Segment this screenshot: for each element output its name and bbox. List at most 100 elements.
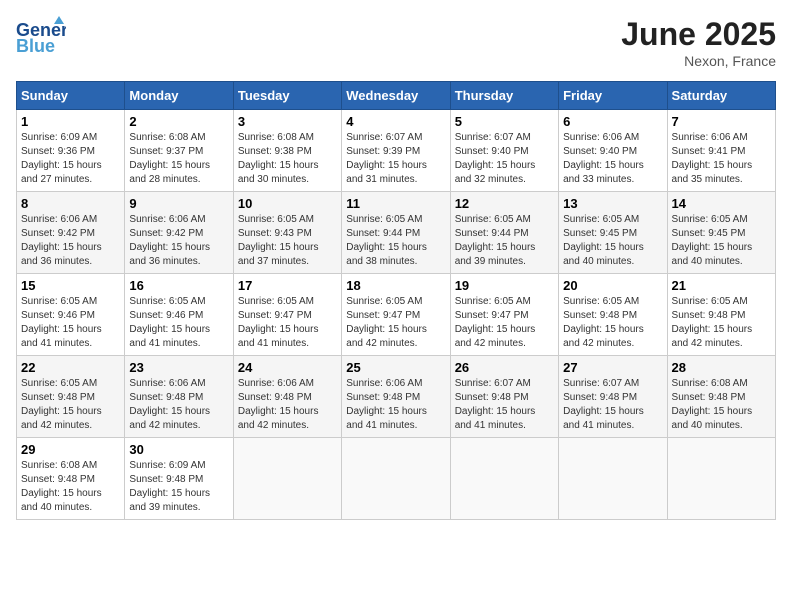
day-number: 22 [21, 360, 120, 375]
day-info: Sunrise: 6:05 AMSunset: 9:48 PMDaylight:… [672, 296, 753, 349]
day-number: 14 [672, 196, 771, 211]
day-info: Sunrise: 6:06 AMSunset: 9:41 PMDaylight:… [672, 132, 753, 185]
col-sunday: Sunday [17, 82, 125, 110]
day-info: Sunrise: 6:08 AMSunset: 9:38 PMDaylight:… [238, 132, 319, 185]
day-number: 21 [672, 278, 771, 293]
day-number: 15 [21, 278, 120, 293]
day-info: Sunrise: 6:06 AMSunset: 9:42 PMDaylight:… [21, 214, 102, 267]
calendar-cell: 20 Sunrise: 6:05 AMSunset: 9:48 PMDaylig… [559, 274, 667, 356]
day-number: 3 [238, 114, 337, 129]
calendar-cell: 9 Sunrise: 6:06 AMSunset: 9:42 PMDayligh… [125, 192, 233, 274]
calendar-table: Sunday Monday Tuesday Wednesday Thursday… [16, 81, 776, 520]
calendar-cell: 22 Sunrise: 6:05 AMSunset: 9:48 PMDaylig… [17, 356, 125, 438]
day-number: 4 [346, 114, 445, 129]
calendar-cell [450, 438, 558, 520]
calendar-cell: 1 Sunrise: 6:09 AMSunset: 9:36 PMDayligh… [17, 110, 125, 192]
col-thursday: Thursday [450, 82, 558, 110]
logo: General Blue [16, 16, 66, 61]
calendar-cell [342, 438, 450, 520]
day-info: Sunrise: 6:05 AMSunset: 9:47 PMDaylight:… [346, 296, 427, 349]
day-info: Sunrise: 6:05 AMSunset: 9:44 PMDaylight:… [346, 214, 427, 267]
calendar-cell: 11 Sunrise: 6:05 AMSunset: 9:44 PMDaylig… [342, 192, 450, 274]
logo-icon: General Blue [16, 16, 66, 61]
day-number: 2 [129, 114, 228, 129]
calendar-cell: 3 Sunrise: 6:08 AMSunset: 9:38 PMDayligh… [233, 110, 341, 192]
day-info: Sunrise: 6:05 AMSunset: 9:45 PMDaylight:… [672, 214, 753, 267]
calendar-cell [559, 438, 667, 520]
day-number: 8 [21, 196, 120, 211]
calendar-cell: 26 Sunrise: 6:07 AMSunset: 9:48 PMDaylig… [450, 356, 558, 438]
calendar-cell: 10 Sunrise: 6:05 AMSunset: 9:43 PMDaylig… [233, 192, 341, 274]
calendar-header-row: Sunday Monday Tuesday Wednesday Thursday… [17, 82, 776, 110]
day-number: 27 [563, 360, 662, 375]
calendar-cell: 6 Sunrise: 6:06 AMSunset: 9:40 PMDayligh… [559, 110, 667, 192]
calendar-cell: 12 Sunrise: 6:05 AMSunset: 9:44 PMDaylig… [450, 192, 558, 274]
month-year-title: June 2025 [621, 16, 776, 53]
day-info: Sunrise: 6:05 AMSunset: 9:46 PMDaylight:… [129, 296, 210, 349]
calendar-week-row: 29 Sunrise: 6:08 AMSunset: 9:48 PMDaylig… [17, 438, 776, 520]
day-number: 9 [129, 196, 228, 211]
col-monday: Monday [125, 82, 233, 110]
calendar-cell: 30 Sunrise: 6:09 AMSunset: 9:48 PMDaylig… [125, 438, 233, 520]
calendar-cell: 18 Sunrise: 6:05 AMSunset: 9:47 PMDaylig… [342, 274, 450, 356]
day-info: Sunrise: 6:06 AMSunset: 9:48 PMDaylight:… [129, 378, 210, 431]
day-info: Sunrise: 6:06 AMSunset: 9:48 PMDaylight:… [346, 378, 427, 431]
calendar-cell: 25 Sunrise: 6:06 AMSunset: 9:48 PMDaylig… [342, 356, 450, 438]
col-saturday: Saturday [667, 82, 775, 110]
calendar-cell: 24 Sunrise: 6:06 AMSunset: 9:48 PMDaylig… [233, 356, 341, 438]
col-tuesday: Tuesday [233, 82, 341, 110]
calendar-cell: 8 Sunrise: 6:06 AMSunset: 9:42 PMDayligh… [17, 192, 125, 274]
calendar-cell: 29 Sunrise: 6:08 AMSunset: 9:48 PMDaylig… [17, 438, 125, 520]
day-number: 30 [129, 442, 228, 457]
calendar-week-row: 22 Sunrise: 6:05 AMSunset: 9:48 PMDaylig… [17, 356, 776, 438]
day-info: Sunrise: 6:06 AMSunset: 9:42 PMDaylight:… [129, 214, 210, 267]
calendar-week-row: 1 Sunrise: 6:09 AMSunset: 9:36 PMDayligh… [17, 110, 776, 192]
day-info: Sunrise: 6:08 AMSunset: 9:48 PMDaylight:… [21, 460, 102, 513]
calendar-cell: 21 Sunrise: 6:05 AMSunset: 9:48 PMDaylig… [667, 274, 775, 356]
day-number: 25 [346, 360, 445, 375]
day-number: 29 [21, 442, 120, 457]
day-number: 6 [563, 114, 662, 129]
calendar-cell: 28 Sunrise: 6:08 AMSunset: 9:48 PMDaylig… [667, 356, 775, 438]
day-info: Sunrise: 6:06 AMSunset: 9:40 PMDaylight:… [563, 132, 644, 185]
day-number: 12 [455, 196, 554, 211]
day-number: 26 [455, 360, 554, 375]
day-number: 20 [563, 278, 662, 293]
day-info: Sunrise: 6:05 AMSunset: 9:43 PMDaylight:… [238, 214, 319, 267]
day-info: Sunrise: 6:07 AMSunset: 9:48 PMDaylight:… [563, 378, 644, 431]
page-header: General Blue June 2025 Nexon, France [16, 16, 776, 69]
day-info: Sunrise: 6:09 AMSunset: 9:48 PMDaylight:… [129, 460, 210, 513]
day-info: Sunrise: 6:07 AMSunset: 9:39 PMDaylight:… [346, 132, 427, 185]
day-number: 7 [672, 114, 771, 129]
calendar-cell: 5 Sunrise: 6:07 AMSunset: 9:40 PMDayligh… [450, 110, 558, 192]
calendar-cell: 13 Sunrise: 6:05 AMSunset: 9:45 PMDaylig… [559, 192, 667, 274]
calendar-cell [667, 438, 775, 520]
calendar-week-row: 8 Sunrise: 6:06 AMSunset: 9:42 PMDayligh… [17, 192, 776, 274]
col-wednesday: Wednesday [342, 82, 450, 110]
day-number: 1 [21, 114, 120, 129]
calendar-week-row: 15 Sunrise: 6:05 AMSunset: 9:46 PMDaylig… [17, 274, 776, 356]
day-number: 24 [238, 360, 337, 375]
day-info: Sunrise: 6:09 AMSunset: 9:36 PMDaylight:… [21, 132, 102, 185]
calendar-cell: 7 Sunrise: 6:06 AMSunset: 9:41 PMDayligh… [667, 110, 775, 192]
day-number: 23 [129, 360, 228, 375]
calendar-cell: 23 Sunrise: 6:06 AMSunset: 9:48 PMDaylig… [125, 356, 233, 438]
day-number: 11 [346, 196, 445, 211]
day-number: 16 [129, 278, 228, 293]
calendar-cell [233, 438, 341, 520]
calendar-cell: 27 Sunrise: 6:07 AMSunset: 9:48 PMDaylig… [559, 356, 667, 438]
day-number: 10 [238, 196, 337, 211]
day-number: 13 [563, 196, 662, 211]
calendar-cell: 4 Sunrise: 6:07 AMSunset: 9:39 PMDayligh… [342, 110, 450, 192]
svg-text:Blue: Blue [16, 36, 55, 56]
title-block: June 2025 Nexon, France [621, 16, 776, 69]
day-info: Sunrise: 6:08 AMSunset: 9:48 PMDaylight:… [672, 378, 753, 431]
day-info: Sunrise: 6:05 AMSunset: 9:44 PMDaylight:… [455, 214, 536, 267]
day-number: 18 [346, 278, 445, 293]
day-number: 19 [455, 278, 554, 293]
calendar-cell: 19 Sunrise: 6:05 AMSunset: 9:47 PMDaylig… [450, 274, 558, 356]
day-number: 5 [455, 114, 554, 129]
day-number: 17 [238, 278, 337, 293]
location-subtitle: Nexon, France [621, 53, 776, 69]
calendar-cell: 16 Sunrise: 6:05 AMSunset: 9:46 PMDaylig… [125, 274, 233, 356]
